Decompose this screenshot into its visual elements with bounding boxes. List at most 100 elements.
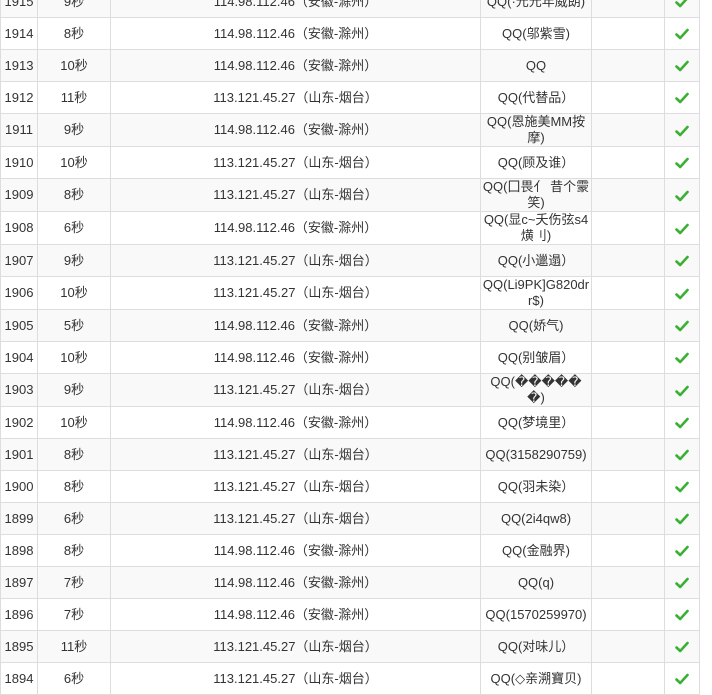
row-id: 1915: [0, 0, 38, 18]
table-row: 1901 8秒 113.121.45.27（山东-烟台） QQ(31582907…: [0, 438, 700, 471]
table-row: 1914 8秒 114.98.112.46（安徽-滁州） QQ(邬紫雪): [0, 17, 700, 50]
row-account-name: QQ(q): [480, 566, 592, 599]
row-ip-location: 113.121.45.27（山东-烟台）: [110, 244, 481, 277]
row-status-cell: [664, 178, 700, 212]
row-duration: 10秒: [37, 406, 111, 439]
row-account-name: QQ(Li9PK]G820dr r$): [480, 276, 592, 310]
row-ip-location: 114.98.112.46（安徽-滁州）: [110, 211, 481, 245]
row-ip-location: 113.121.45.27（山东-烟台）: [110, 146, 481, 179]
row-account-name: QQ: [480, 49, 592, 82]
check-icon: [675, 351, 689, 365]
row-account-name: QQ(恩施美MM按摩): [480, 113, 592, 147]
row-empty-cell: [591, 211, 665, 245]
row-duration: 9秒: [37, 244, 111, 277]
check-icon: [675, 189, 689, 203]
row-ip-location: 114.98.112.46（安徽-滁州）: [110, 17, 481, 50]
row-account-name: QQ(对味儿）: [480, 630, 592, 663]
row-duration: 6秒: [37, 662, 111, 695]
row-ip-location: 114.98.112.46（安徽-滁州）: [110, 309, 481, 342]
table-row: 1909 8秒 113.121.45.27（山东-烟台） QQ(囗畏亻 昔个霥笑…: [0, 178, 700, 212]
row-duration: 10秒: [37, 276, 111, 310]
row-ip-location: 114.98.112.46（安徽-滁州）: [110, 49, 481, 82]
check-icon: [675, 608, 689, 622]
row-duration: 7秒: [37, 566, 111, 599]
row-duration: 9秒: [37, 113, 111, 147]
row-id: 1897: [0, 566, 38, 599]
row-ip-location: 113.121.45.27（山东-烟台）: [110, 630, 481, 663]
table-row: 1913 10秒 114.98.112.46（安徽-滁州） QQ: [0, 49, 700, 82]
check-icon: [675, 222, 689, 236]
row-empty-cell: [591, 113, 665, 147]
row-duration: 8秒: [37, 534, 111, 567]
row-ip-location: 114.98.112.46（安徽-滁州）: [110, 0, 481, 18]
row-id: 1913: [0, 49, 38, 82]
row-status-cell: [664, 17, 700, 50]
row-status-cell: [664, 630, 700, 663]
row-id: 1911: [0, 113, 38, 147]
row-duration: 7秒: [37, 598, 111, 631]
row-empty-cell: [591, 630, 665, 663]
row-duration: 8秒: [37, 17, 111, 50]
table-row: 1899 6秒 113.121.45.27（山东-烟台） QQ(2i4qw8): [0, 502, 700, 535]
check-icon: [675, 0, 689, 9]
check-icon: [675, 27, 689, 41]
row-account-name: QQ(囗畏亻 昔个霥笑): [480, 178, 592, 212]
row-empty-cell: [591, 598, 665, 631]
row-ip-location: 114.98.112.46（安徽-滁州）: [110, 598, 481, 631]
table-row: 1903 9秒 113.121.45.27（山东-烟台） QQ(������): [0, 373, 700, 407]
check-icon: [675, 91, 689, 105]
row-ip-location: 113.121.45.27（山东-烟台）: [110, 662, 481, 695]
table-row: 1897 7秒 114.98.112.46（安徽-滁州） QQ(q): [0, 566, 700, 599]
login-log-table: 1915 9秒 114.98.112.46（安徽-滁州） QQ(·元元年威朗) …: [0, 0, 700, 695]
row-account-name: QQ(邬紫雪): [480, 17, 592, 50]
row-empty-cell: [591, 406, 665, 439]
table-row: 1906 10秒 113.121.45.27（山东-烟台） QQ(Li9PK]G…: [0, 276, 700, 310]
row-duration: 11秒: [37, 81, 111, 114]
check-icon: [675, 576, 689, 590]
row-status-cell: [664, 146, 700, 179]
row-account-name: QQ(1570259970): [480, 598, 592, 631]
row-ip-location: 113.121.45.27（山东-烟台）: [110, 502, 481, 535]
row-account-name: QQ(◇亲溯寶贝): [480, 662, 592, 695]
row-account-name: QQ(3158290759): [480, 438, 592, 471]
row-ip-location: 113.121.45.27（山东-烟台）: [110, 81, 481, 114]
row-account-name: QQ(小邋遢）: [480, 244, 592, 277]
row-status-cell: [664, 211, 700, 245]
check-icon: [675, 124, 689, 138]
table-row: 1908 6秒 114.98.112.46（安徽-滁州） QQ(显c~夭伤弦s4…: [0, 211, 700, 245]
row-duration: 9秒: [37, 373, 111, 407]
row-duration: 11秒: [37, 630, 111, 663]
row-status-cell: [664, 470, 700, 503]
row-status-cell: [664, 502, 700, 535]
log-table-viewport[interactable]: 1915 9秒 114.98.112.46（安徽-滁州） QQ(·元元年威朗) …: [0, 0, 712, 695]
row-account-name: QQ(显c~夭伤弦s4熿刂): [480, 211, 592, 245]
row-id: 1910: [0, 146, 38, 179]
row-empty-cell: [591, 566, 665, 599]
table-row: 1915 9秒 114.98.112.46（安徽-滁州） QQ(·元元年威朗): [0, 0, 700, 18]
row-id: 1895: [0, 630, 38, 663]
check-icon: [675, 640, 689, 654]
row-ip-location: 113.121.45.27（山东-烟台）: [110, 470, 481, 503]
row-status-cell: [664, 49, 700, 82]
row-id: 1912: [0, 81, 38, 114]
row-empty-cell: [591, 17, 665, 50]
row-account-name: QQ(羽未染）: [480, 470, 592, 503]
row-account-name: QQ(梦境里）: [480, 406, 592, 439]
row-empty-cell: [591, 81, 665, 114]
table-row: 1902 10秒 114.98.112.46（安徽-滁州） QQ(梦境里）: [0, 406, 700, 439]
row-duration: 10秒: [37, 49, 111, 82]
log-table-body: 1915 9秒 114.98.112.46（安徽-滁州） QQ(·元元年威朗) …: [0, 0, 700, 695]
check-icon: [675, 544, 689, 558]
row-empty-cell: [591, 0, 665, 18]
row-ip-location: 113.121.45.27（山东-烟台）: [110, 438, 481, 471]
row-ip-location: 113.121.45.27（山东-烟台）: [110, 373, 481, 407]
check-icon: [675, 156, 689, 170]
table-row: 1910 10秒 113.121.45.27（山东-烟台） QQ(顾及谁）: [0, 146, 700, 179]
row-duration: 8秒: [37, 470, 111, 503]
row-ip-location: 113.121.45.27（山东-烟台）: [110, 276, 481, 310]
table-row: 1895 11秒 113.121.45.27（山东-烟台） QQ(对味儿）: [0, 630, 700, 663]
table-row: 1907 9秒 113.121.45.27（山东-烟台） QQ(小邋遢）: [0, 244, 700, 277]
row-status-cell: [664, 598, 700, 631]
row-status-cell: [664, 309, 700, 342]
row-duration: 9秒: [37, 0, 111, 18]
